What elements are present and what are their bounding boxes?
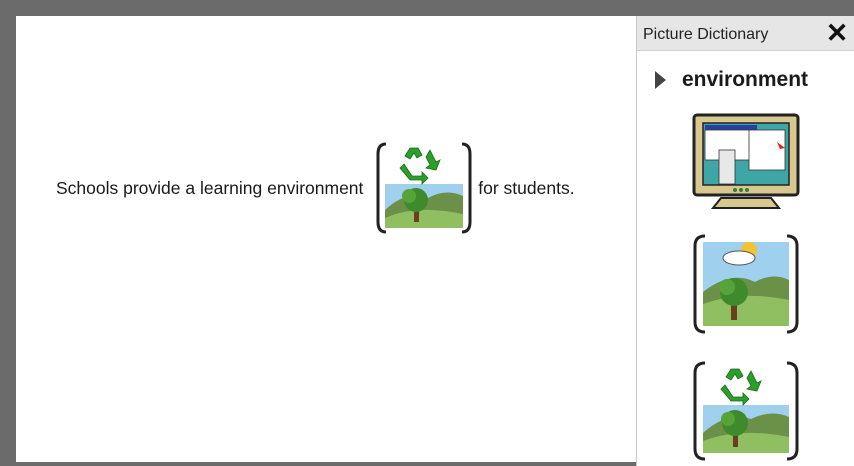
dictionary-word: environment [682,68,809,91]
sentence: Schools provide a learning environment f… [56,132,575,244]
word-entry[interactable]: environment [655,68,808,92]
picture-dictionary-panel: Picture Dictionary ✕ environment [636,16,854,466]
landscape-sun-icon[interactable] [691,234,801,334]
app-window: Schools provide a learning environment f… [0,0,854,466]
expand-arrow-icon[interactable] [655,71,666,89]
panel-title: Picture Dictionary [643,26,769,43]
close-button[interactable]: ✕ [825,19,849,47]
recycle-landscape-icon[interactable] [691,361,801,461]
sentence-text-before: Schools provide a learning environment [56,177,369,198]
sentence-text-after: for students. [478,177,575,198]
panel-header: Picture Dictionary ✕ [637,16,854,51]
computer-desktop-icon[interactable] [691,112,801,212]
recycle-landscape-icon[interactable] [376,140,472,236]
document-area: Schools provide a learning environment f… [16,16,636,462]
